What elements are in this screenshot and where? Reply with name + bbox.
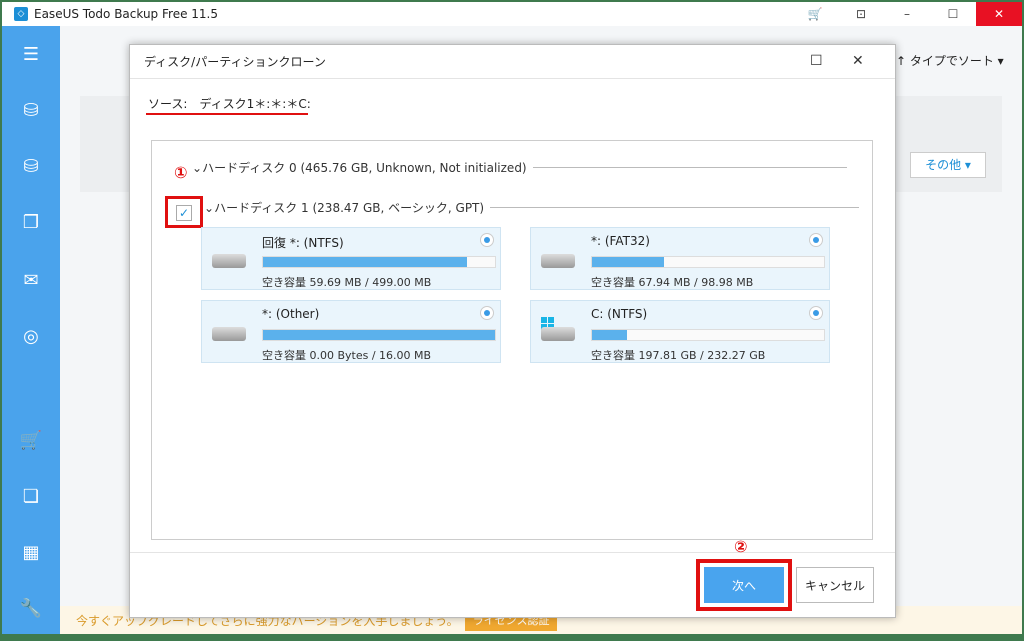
sidebar: ☰ ⛁ ⛁ ❐ ✉ ◎ 🛒 ❏ ▦ 🔧	[2, 26, 60, 634]
usage-fill	[592, 257, 664, 267]
disk-0-row[interactable]: ⌄ ハードディスク 0 (465.76 GB, Unknown, Not ini…	[192, 159, 847, 176]
close-dialog-button[interactable]: ✕	[852, 53, 864, 69]
usage-fill	[263, 257, 468, 267]
partition-card[interactable]: 回復 *: (NTFS) 空き容量 59.69 MB / 499.00 MB	[201, 227, 501, 290]
partition-capacity: 空き容量 59.69 MB / 499.00 MB	[262, 276, 432, 289]
disk-backup-icon[interactable]: ⛁	[16, 96, 46, 126]
system-backup-icon[interactable]: ⛁	[16, 152, 46, 182]
app-title: EaseUS Todo Backup Free 11.5	[34, 7, 218, 21]
minimize-button[interactable]: –	[884, 2, 930, 26]
file-backup-icon[interactable]: ❐	[16, 208, 46, 238]
app-logo-icon: ◇	[14, 7, 28, 21]
title-bar: ◇ EaseUS Todo Backup Free 11.5 🛒 ⊡ – ☐ ✕	[2, 2, 1022, 26]
smart-backup-icon[interactable]: ◎	[16, 322, 46, 352]
partition-radio[interactable]	[809, 306, 823, 320]
source-underline	[146, 113, 308, 115]
usage-bar	[591, 329, 825, 341]
close-button[interactable]: ✕	[976, 2, 1022, 26]
partition-radio[interactable]	[809, 233, 823, 247]
other-button[interactable]: その他 ▾	[910, 152, 986, 178]
tools-icon[interactable]: 🔧	[16, 594, 46, 624]
partition-name: *: (FAT32)	[591, 234, 650, 248]
partition-capacity: 空き容量 67.94 MB / 98.98 MB	[591, 276, 754, 289]
usage-fill	[263, 330, 495, 340]
partition-name: C: (NTFS)	[591, 307, 648, 321]
menu-icon[interactable]: ☰	[16, 40, 46, 70]
drive-icon	[212, 254, 246, 268]
clone-dialog: ディスク/パーティションクローン ☐ ✕ ソース: ディスク1＊:＊:＊C: ⌄…	[129, 44, 896, 618]
partition-capacity: 空き容量 197.81 GB / 232.27 GB	[591, 349, 766, 362]
disk-1-row[interactable]: ⌄ ハードディスク 1 (238.47 GB, ベーシック, GPT)	[204, 199, 859, 216]
drive-icon	[541, 327, 575, 341]
sort-by-type[interactable]: ↑ タイプでソート ▾	[896, 52, 1004, 69]
step-marker-1: ①	[174, 163, 188, 182]
usage-fill	[592, 330, 627, 340]
cancel-button[interactable]: キャンセル	[796, 567, 874, 603]
apps-icon[interactable]: ▦	[16, 538, 46, 568]
cart-icon[interactable]: 🛒	[16, 426, 46, 456]
disk-1-highlight: ✓	[165, 196, 203, 228]
source-label: ソース: ディスク1＊:＊:＊C:	[148, 97, 311, 111]
partition-card[interactable]: C: (NTFS) 空き容量 197.81 GB / 232.27 GB	[530, 300, 830, 363]
drive-icon	[212, 327, 246, 341]
cart-icon[interactable]: 🛒	[792, 2, 838, 26]
partition-card[interactable]: *: (FAT32) 空き容量 67.94 MB / 98.98 MB	[530, 227, 830, 290]
clone-icon[interactable]: ❏	[16, 482, 46, 512]
step-marker-2: ②	[734, 537, 748, 556]
partition-capacity: 空き容量 0.00 Bytes / 16.00 MB	[262, 349, 432, 362]
maximize-dialog-button[interactable]: ☐	[810, 53, 823, 69]
disk-1-checkbox[interactable]: ✓	[176, 205, 192, 221]
disk-label: ハードディスク 0 (465.76 GB, Unknown, Not initi…	[202, 161, 527, 175]
disk-list: ⌄ ハードディスク 0 (465.76 GB, Unknown, Not ini…	[151, 140, 873, 540]
drive-icon	[541, 254, 575, 268]
partition-name: 回復 *: (NTFS)	[262, 236, 344, 250]
partition-name: *: (Other)	[262, 307, 320, 321]
mail-backup-icon[interactable]: ✉	[16, 266, 46, 296]
divider	[130, 552, 895, 553]
usage-bar	[591, 256, 825, 268]
disk-label: ハードディスク 1 (238.47 GB, ベーシック, GPT)	[214, 201, 485, 215]
partition-card[interactable]: *: (Other) 空き容量 0.00 Bytes / 16.00 MB	[201, 300, 501, 363]
partition-radio[interactable]	[480, 306, 494, 320]
dialog-title: ディスク/パーティションクローン	[144, 55, 326, 69]
usage-bar	[262, 256, 496, 268]
maximize-button[interactable]: ☐	[930, 2, 976, 26]
partition-radio[interactable]	[480, 233, 494, 247]
usage-bar	[262, 329, 496, 341]
menu-dropdown-button[interactable]: ⊡	[838, 2, 884, 26]
next-button[interactable]: 次へ	[704, 567, 784, 603]
